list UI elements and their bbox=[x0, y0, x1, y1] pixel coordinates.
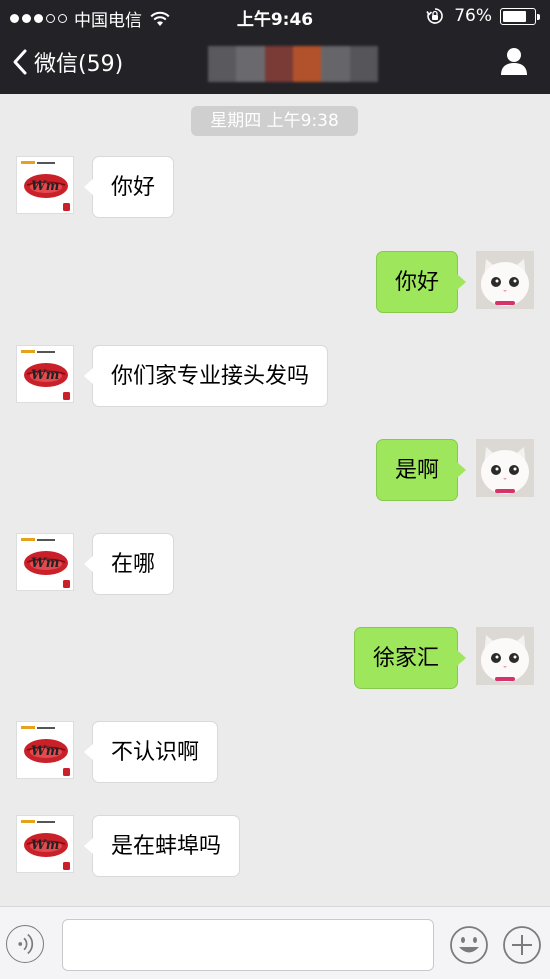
lips-avatar-icon: Wm bbox=[21, 820, 70, 870]
title-pixel-block bbox=[264, 46, 293, 82]
battery-icon bbox=[500, 7, 540, 25]
avatar[interactable]: Wm bbox=[16, 156, 74, 214]
title-pixel-block bbox=[208, 46, 237, 82]
incoming-message-bubble[interactable]: 在哪 bbox=[83, 533, 175, 595]
svg-text:Wm: Wm bbox=[31, 838, 59, 853]
cat-avatar-icon bbox=[476, 251, 534, 309]
battery-percent: 76% bbox=[454, 6, 492, 26]
svg-text:Wm: Wm bbox=[31, 179, 59, 194]
message-input[interactable] bbox=[62, 919, 434, 971]
incoming-message-bubble[interactable]: 不认识啊 bbox=[83, 721, 219, 783]
status-bar: 中国电信 上午9:46 76% bbox=[0, 0, 550, 32]
cat-avatar-icon bbox=[476, 627, 534, 685]
rotation-lock-icon bbox=[426, 8, 444, 24]
battery-level bbox=[503, 10, 526, 22]
title-pixel-block bbox=[236, 46, 265, 82]
outgoing-message-bubble[interactable]: 你好 bbox=[375, 251, 467, 313]
title-pixel-block bbox=[349, 46, 378, 82]
lips-avatar-icon: Wm bbox=[21, 161, 70, 211]
avatar[interactable]: Wm bbox=[16, 345, 74, 403]
lips-avatar-icon: Wm bbox=[21, 726, 70, 776]
svg-text:Wm: Wm bbox=[31, 556, 59, 571]
svg-text:Wm: Wm bbox=[31, 744, 59, 759]
title-pixel-block bbox=[292, 46, 322, 82]
avatar[interactable]: Wm bbox=[16, 533, 74, 591]
outgoing-message-bubble[interactable]: 徐家汇 bbox=[353, 627, 467, 689]
plus-icon[interactable] bbox=[502, 925, 542, 965]
avatar[interactable] bbox=[476, 251, 534, 309]
voice-icon[interactable] bbox=[6, 925, 44, 963]
incoming-message-bubble[interactable]: 你好 bbox=[83, 156, 175, 218]
incoming-message-bubble[interactable]: 是在蚌埠吗 bbox=[83, 815, 241, 877]
lips-avatar-icon: Wm bbox=[21, 538, 70, 588]
svg-text:Wm: Wm bbox=[31, 368, 59, 383]
lips-avatar-icon: Wm bbox=[21, 350, 70, 400]
status-right: 76% bbox=[426, 6, 540, 26]
outgoing-message-bubble[interactable]: 是啊 bbox=[375, 439, 467, 501]
person-icon[interactable] bbox=[500, 46, 528, 76]
back-label: 微信(59) bbox=[34, 52, 124, 77]
incoming-message-bubble[interactable]: 你们家专业接头发吗 bbox=[83, 345, 329, 407]
avatar[interactable] bbox=[476, 627, 534, 685]
avatar[interactable]: Wm bbox=[16, 815, 74, 873]
timestamp-pill: 星期四 上午9:38 bbox=[191, 106, 358, 136]
avatar[interactable] bbox=[476, 439, 534, 497]
avatar[interactable]: Wm bbox=[16, 721, 74, 779]
emoji-icon[interactable] bbox=[449, 925, 489, 965]
back-button[interactable]: 微信(59) bbox=[12, 46, 123, 78]
chat-title-pixelated bbox=[208, 46, 378, 82]
input-bar bbox=[0, 906, 550, 979]
title-pixel-block bbox=[321, 46, 350, 82]
header: 中国电信 上午9:46 76% 微信(59) bbox=[0, 0, 550, 94]
back-chevron-icon bbox=[13, 49, 27, 75]
cat-avatar-icon bbox=[476, 439, 534, 497]
chat-area[interactable]: 星期四 上午9:38 Wm 你好 你好 Wm 你们家专业接头发吗 是啊 Wm 在… bbox=[0, 94, 550, 906]
nav-bar: 微信(59) bbox=[0, 32, 550, 94]
